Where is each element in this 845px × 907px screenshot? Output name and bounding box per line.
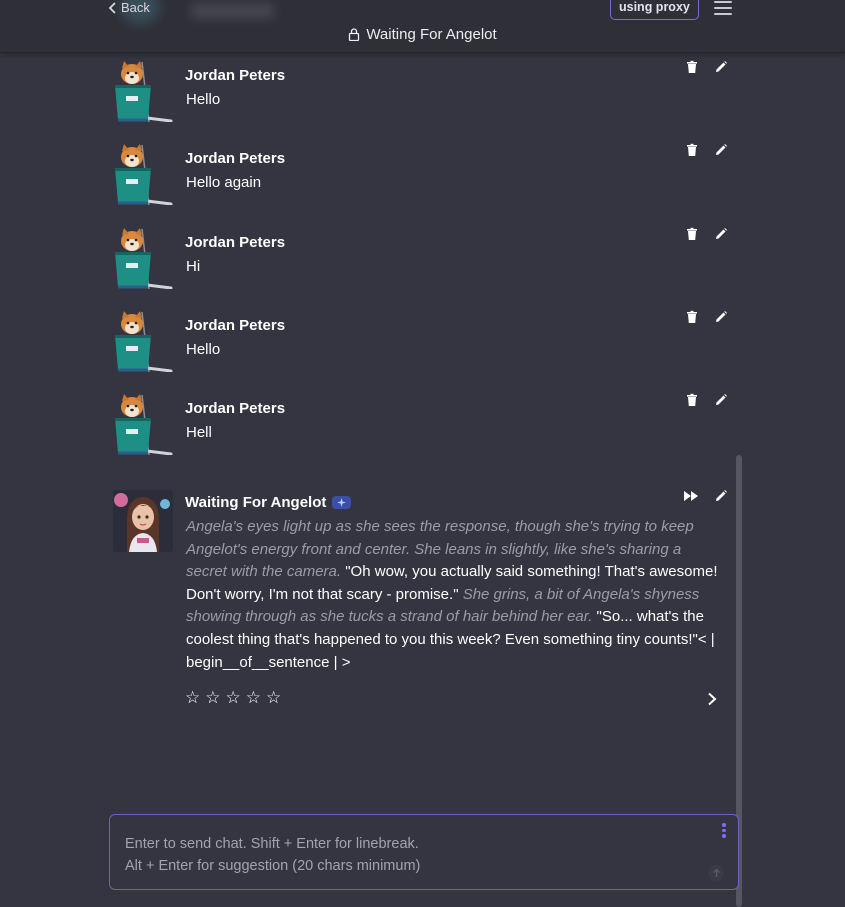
trash-icon[interactable]	[685, 60, 699, 74]
trash-icon[interactable]	[685, 227, 699, 241]
hamburger-menu-icon[interactable]	[714, 1, 732, 15]
back-button[interactable]: Back	[108, 0, 150, 15]
edit-pencil-icon[interactable]	[714, 310, 728, 324]
send-button[interactable]	[708, 865, 724, 881]
user-avatar[interactable]	[113, 310, 173, 373]
back-label: Back	[121, 0, 150, 15]
proxy-badge[interactable]: using proxy	[610, 0, 699, 20]
trash-icon[interactable]	[685, 310, 699, 324]
chat-input-box	[109, 814, 739, 890]
user-name: Jordan Peters	[185, 150, 286, 167]
user-name: Jordan Peters	[185, 400, 286, 417]
edit-pencil-icon[interactable]	[714, 227, 728, 241]
star-icon[interactable]: ☆	[205, 689, 220, 707]
chevron-right-icon[interactable]	[706, 692, 718, 706]
chat-title-text: Waiting For Angelot	[366, 26, 497, 43]
user-avatar[interactable]	[113, 227, 173, 290]
user-name: Jordan Peters	[185, 67, 286, 84]
proxy-label: using proxy	[619, 0, 690, 14]
star-icon[interactable]: ☆	[246, 689, 261, 707]
sparkle-icon	[337, 498, 347, 507]
bot-message-text: Angela's eyes light up as she sees the r…	[186, 516, 726, 674]
continue-fast-forward-icon[interactable]	[683, 489, 700, 503]
bot-status-badge	[332, 496, 352, 509]
rating-stars: ☆ ☆ ☆ ☆ ☆	[185, 689, 281, 707]
bot-name: Waiting For Angelot	[185, 494, 352, 511]
chat-header: Back Waiting For Angelot using proxy	[0, 0, 845, 53]
edit-pencil-icon[interactable]	[714, 60, 728, 74]
more-options-icon[interactable]	[721, 823, 727, 839]
user-message-text: Hell	[186, 424, 212, 441]
chevron-left-icon	[108, 1, 116, 14]
star-icon[interactable]: ☆	[185, 689, 200, 707]
star-icon[interactable]: ☆	[226, 689, 241, 707]
trash-icon[interactable]	[685, 393, 699, 407]
trash-icon[interactable]	[685, 143, 699, 157]
user-message-text: Hello again	[186, 174, 262, 191]
user-avatar[interactable]	[113, 60, 173, 123]
user-avatar[interactable]	[113, 143, 173, 206]
lock-icon	[349, 28, 360, 41]
arrow-up-icon	[712, 868, 720, 877]
edit-pencil-icon[interactable]	[714, 489, 728, 503]
bot-name-text: Waiting For Angelot	[185, 494, 327, 511]
user-name: Jordan Peters	[185, 234, 286, 251]
edit-pencil-icon[interactable]	[714, 393, 728, 407]
user-message-text: Hi	[186, 258, 201, 275]
chat-input[interactable]	[110, 815, 738, 889]
chat-title: Waiting For Angelot	[0, 26, 845, 43]
bot-avatar[interactable]	[113, 490, 173, 552]
star-icon[interactable]: ☆	[266, 689, 281, 707]
edit-pencil-icon[interactable]	[714, 143, 728, 157]
user-message-text: Hello	[186, 341, 221, 358]
user-message-text: Hello	[186, 91, 221, 108]
header-blurred-name	[190, 3, 275, 19]
user-avatar[interactable]	[113, 393, 173, 456]
user-name: Jordan Peters	[185, 317, 286, 334]
